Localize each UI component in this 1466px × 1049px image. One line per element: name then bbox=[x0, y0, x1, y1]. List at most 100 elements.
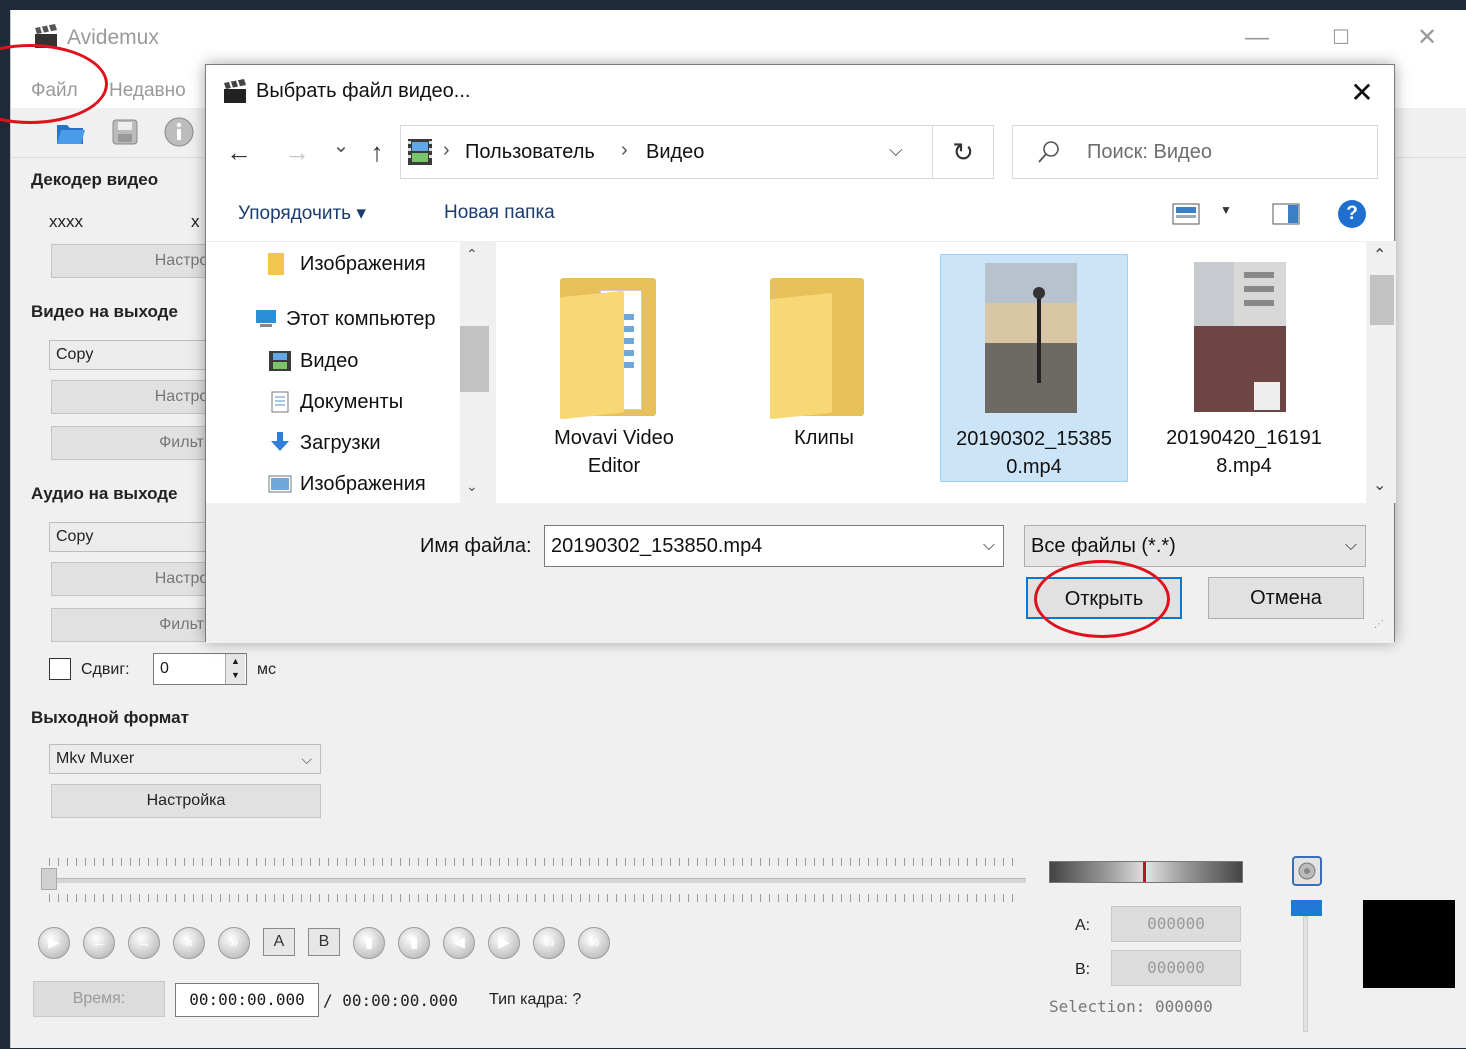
next-frame-icon[interactable]: → bbox=[128, 927, 160, 959]
info-icon[interactable] bbox=[163, 116, 195, 148]
fast-forward-icon[interactable]: » bbox=[218, 927, 250, 959]
decoder-value: xxxx bbox=[49, 212, 83, 231]
video-decoder-title: Декодер видео bbox=[31, 170, 159, 189]
chevron-down-icon: ⌵ bbox=[301, 751, 312, 767]
video-thumbnail bbox=[985, 263, 1077, 413]
breadcrumb-user[interactable]: Пользователь bbox=[465, 141, 595, 164]
goto-a-icon[interactable]: ▮ bbox=[353, 927, 385, 959]
folder-icon bbox=[268, 253, 284, 275]
volume-slider-handle[interactable] bbox=[1291, 900, 1322, 916]
marker-b-field: 000000 bbox=[1111, 950, 1241, 986]
scroll-up-icon[interactable]: ⌃ bbox=[466, 246, 478, 263]
file-tile-video-2[interactable]: 20190420_16191 8.mp4 bbox=[1150, 254, 1338, 482]
video-preview bbox=[1363, 900, 1455, 988]
new-folder-button[interactable]: Новая папка bbox=[444, 202, 555, 224]
up-arrow-icon[interactable]: ↑ bbox=[362, 137, 392, 168]
time-button[interactable]: Время: bbox=[33, 981, 165, 1017]
filename-value: 20190302_153850.mp4 bbox=[551, 535, 763, 557]
shift-stepper[interactable]: ▲ ▼ bbox=[225, 654, 245, 684]
timeline-slider-track[interactable] bbox=[41, 878, 1026, 883]
cancel-button[interactable]: Отмена bbox=[1208, 577, 1364, 619]
forward-arrow-icon[interactable]: → bbox=[282, 137, 312, 168]
file-tile-video-1[interactable]: 20190302_15385 0.mp4 bbox=[940, 254, 1128, 482]
current-time-field[interactable]: 00:00:00.000 bbox=[175, 983, 319, 1017]
pictures-icon bbox=[268, 475, 292, 493]
marker-a-field: 000000 bbox=[1111, 906, 1241, 942]
filename-input[interactable]: 20190302_153850.mp4 ⌵ bbox=[544, 525, 1004, 567]
recent-locations-icon[interactable]: ⌄ bbox=[326, 133, 356, 158]
nav-item-label: Видео bbox=[300, 350, 359, 372]
timeline-ticks-top bbox=[49, 858, 1019, 866]
marker-a-icon[interactable]: A bbox=[263, 928, 295, 956]
organize-button[interactable]: Упорядочить ▾ bbox=[238, 202, 366, 225]
open-file-dialog: Выбрать файл видео... ✕ ← → ⌄ ↑ › Пользо… bbox=[205, 64, 1396, 643]
app-titlebar: Avidemux — ☐ ✕ bbox=[11, 10, 1466, 68]
goto-b-icon[interactable]: ▮ bbox=[398, 927, 430, 959]
scroll-down-icon[interactable]: ⌄ bbox=[466, 478, 478, 495]
refresh-button[interactable]: ↻ bbox=[932, 125, 994, 179]
file-name: 20190302_15385 bbox=[956, 428, 1112, 450]
nav-item-label: Этот компьютер bbox=[286, 308, 436, 330]
breadcrumb-separator-icon: › bbox=[621, 139, 628, 161]
video-output-title: Видео на выходе bbox=[31, 302, 178, 321]
menu-recent[interactable]: Недавно bbox=[109, 80, 186, 102]
view-dropdown-icon[interactable]: ▼ bbox=[1220, 203, 1232, 217]
filetype-value: Все файлы (*.*) bbox=[1031, 535, 1176, 557]
back-arrow-icon[interactable]: ← bbox=[224, 137, 254, 168]
search-box[interactable]: Поиск: Видео bbox=[1012, 125, 1378, 179]
navigation-pane: Изображения Этот компьютер Видео Докумен… bbox=[206, 241, 489, 504]
file-list-scrollbar-thumb[interactable] bbox=[1370, 275, 1394, 325]
back-60-icon[interactable]: 60 bbox=[533, 927, 565, 959]
rewind-icon[interactable]: « bbox=[173, 927, 205, 959]
play-icon[interactable]: ▶ bbox=[38, 927, 70, 959]
file-name: Клипы bbox=[794, 427, 854, 449]
timeline-slider-handle[interactable] bbox=[41, 868, 57, 890]
file-name-2: Editor bbox=[587, 455, 641, 477]
file-tile-movavi[interactable]: Movavi Video Editor bbox=[520, 254, 708, 482]
video-thumbnail bbox=[1194, 262, 1286, 412]
forward-60-icon[interactable]: 60 bbox=[578, 927, 610, 959]
breadcrumb-separator-icon: › bbox=[443, 139, 450, 161]
scroll-up-icon[interactable]: ⌃ bbox=[1373, 245, 1386, 265]
minimize-button[interactable]: — bbox=[1237, 20, 1277, 56]
video-library-icon bbox=[269, 351, 291, 371]
muxer-select[interactable]: Mkv Muxer ⌵ bbox=[49, 744, 321, 774]
search-icon bbox=[1038, 141, 1059, 163]
help-icon[interactable]: ? bbox=[1338, 200, 1366, 228]
shift-checkbox[interactable] bbox=[49, 658, 71, 680]
prev-frame-icon[interactable]: ← bbox=[83, 927, 115, 959]
format-configure-button[interactable]: Настройка bbox=[51, 784, 321, 818]
selection-readout: Selection: 000000 bbox=[1049, 997, 1213, 1016]
speaker-icon[interactable] bbox=[1292, 856, 1322, 886]
breadcrumb-videos[interactable]: Видео bbox=[646, 141, 704, 164]
marker-b-icon[interactable]: B bbox=[308, 928, 340, 956]
dialog-close-button[interactable]: ✕ bbox=[1342, 73, 1382, 113]
navigation-scrollbar-thumb[interactable] bbox=[460, 326, 489, 392]
file-list: Movavi Video Editor Клипы 20190302_15385 bbox=[496, 241, 1366, 503]
file-name-2: 8.mp4 bbox=[1216, 455, 1272, 477]
preview-pane-icon[interactable] bbox=[1272, 203, 1300, 225]
prev-keyframe-icon[interactable]: ◀ bbox=[443, 927, 475, 959]
resize-grip-icon[interactable]: ⋰ bbox=[1374, 619, 1384, 630]
scroll-down-icon[interactable]: ⌄ bbox=[1373, 475, 1386, 495]
chevron-down-icon[interactable]: ⌵ bbox=[983, 526, 995, 566]
dialog-footer: Имя файла: 20190302_153850.mp4 ⌵ Все фай… bbox=[206, 503, 1394, 643]
search-input[interactable]: Поиск: Видео bbox=[1087, 141, 1212, 164]
close-button[interactable]: ✕ bbox=[1407, 20, 1447, 56]
audio-output-title: Аудио на выходе bbox=[31, 484, 178, 503]
dialog-titlebar: Выбрать файл видео... ✕ bbox=[206, 65, 1394, 121]
volume-slider-track[interactable] bbox=[1303, 916, 1308, 1032]
shift-label: Сдвиг: bbox=[81, 661, 130, 678]
view-mode-icon[interactable] bbox=[1172, 203, 1200, 225]
next-keyframe-icon[interactable]: ▶ bbox=[488, 927, 520, 959]
nav-item-label: Загрузки bbox=[300, 432, 381, 454]
address-bar[interactable]: › Пользователь › Видео ⌵ bbox=[400, 125, 994, 179]
filetype-select[interactable]: Все файлы (*.*) ⌵ bbox=[1024, 525, 1366, 567]
save-icon[interactable] bbox=[109, 116, 141, 148]
address-dropdown-icon[interactable]: ⌵ bbox=[889, 140, 903, 161]
maximize-button[interactable]: ☐ bbox=[1321, 20, 1361, 56]
volume-meter[interactable] bbox=[1049, 861, 1243, 883]
file-name-2: 0.mp4 bbox=[1006, 456, 1062, 478]
file-tile-clips[interactable]: Клипы bbox=[730, 254, 918, 482]
dialog-command-bar: Упорядочить ▾ Новая папка ▼ ? bbox=[206, 185, 1394, 241]
